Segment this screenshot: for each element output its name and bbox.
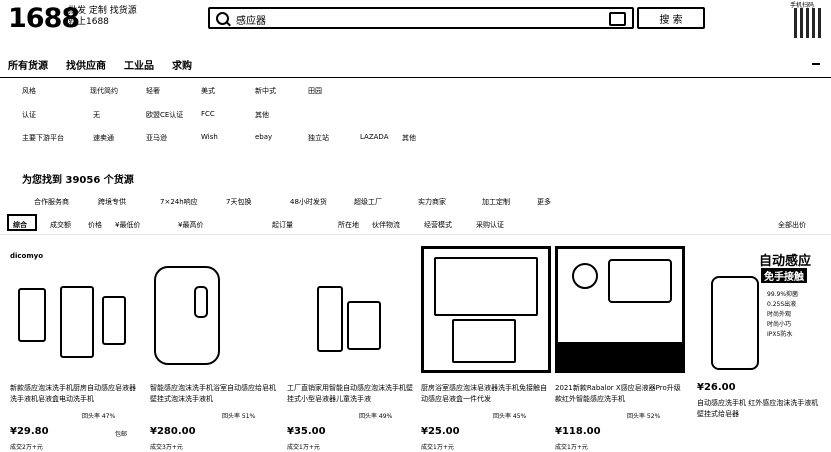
product-meta: 回头率 51% bbox=[222, 413, 256, 420]
search-icon bbox=[216, 12, 229, 25]
site-slogan: 批发 定制 找货源 就上1688 bbox=[68, 6, 137, 27]
search-bar[interactable] bbox=[208, 7, 634, 29]
product-price: ¥25.00 bbox=[421, 426, 460, 437]
filter-option[interactable]: 现代简约 bbox=[90, 86, 118, 96]
filter-option[interactable]: 其他 bbox=[402, 133, 416, 143]
sort-max-price[interactable]: ¥最高价 bbox=[178, 220, 203, 230]
filter-option[interactable]: ebay bbox=[255, 133, 272, 141]
product-title[interactable]: 厨房浴室感应泡沫皂液器洗手机免接触自动感应皂液盒一件代发 bbox=[421, 383, 551, 405]
product-meta: 回头率 45% bbox=[493, 413, 527, 420]
qr-code-icon bbox=[794, 8, 824, 38]
sort-option[interactable]: 综合 bbox=[13, 220, 27, 230]
product-price: ¥35.00 bbox=[287, 426, 326, 437]
sort-option[interactable]: 起订量 bbox=[272, 220, 293, 230]
filter-option[interactable]: 田园 bbox=[308, 86, 322, 96]
product-price: ¥280.00 bbox=[150, 426, 196, 437]
promo-headline: 自动感应 bbox=[759, 254, 812, 269]
service-filter[interactable]: 实力商家 bbox=[418, 197, 446, 207]
filter-option[interactable]: 其他 bbox=[255, 110, 269, 120]
tab-all-goods[interactable]: 所有货源 bbox=[8, 57, 48, 72]
product-meta: 回头率 52% bbox=[627, 413, 661, 420]
product-card[interactable]: 2021新款Rabalor X感应皂液器Pro升级款红外智能感应洗手机 回头率 … bbox=[555, 246, 685, 451]
search-input[interactable] bbox=[234, 10, 598, 28]
product-image[interactable]: 自动感应 免手接触 99.9%抑菌 0.25S出液 时尚外观 时尚小巧 IPX5… bbox=[697, 246, 823, 373]
product-card[interactable]: 自动感应 免手接触 99.9%抑菌 0.25S出液 时尚外观 时尚小巧 IPX5… bbox=[697, 246, 823, 446]
sort-option[interactable]: 伙伴物流 bbox=[372, 220, 400, 230]
sort-option[interactable]: 价格 bbox=[88, 220, 102, 230]
product-sold: 成交2万+元 bbox=[10, 444, 43, 451]
tab-industrial[interactable]: 工业品 bbox=[124, 57, 154, 72]
service-filter[interactable]: 7×24h响应 bbox=[160, 197, 198, 207]
product-meta: 回头率 49% bbox=[359, 413, 393, 420]
tab-suppliers[interactable]: 找供应商 bbox=[66, 57, 106, 72]
product-card[interactable]: 厨房浴室感应泡沫皂液器洗手机免接触自动感应皂液盒一件代发 回头率 45% ¥25… bbox=[421, 246, 551, 451]
tab-buying[interactable]: 求购 bbox=[172, 57, 192, 72]
filter-label: 认证 bbox=[22, 111, 36, 119]
filter-option[interactable]: 轻奢 bbox=[146, 86, 160, 96]
service-filter[interactable]: 更多 bbox=[537, 197, 551, 207]
product-sold: 成交1万+元 bbox=[555, 444, 588, 451]
sort-option[interactable]: 所在地 bbox=[338, 220, 359, 230]
search-button[interactable]: 搜 索 bbox=[637, 7, 705, 29]
service-filter[interactable]: 48小时发货 bbox=[290, 197, 327, 207]
sort-divider bbox=[0, 234, 831, 235]
filter-option[interactable]: 欧盟CE认证 bbox=[146, 110, 183, 120]
product-meta: 回头率 47% bbox=[82, 413, 116, 420]
product-title[interactable]: 2021新款Rabalor X感应皂液器Pro升级款红外智能感应洗手机 bbox=[555, 383, 685, 405]
product-title[interactable]: 智能感应泡沫洗手机浴室自动感应给皂机 壁挂式泡沫洗手液机 bbox=[150, 383, 280, 405]
nav-divider bbox=[0, 77, 831, 78]
collapse-icon[interactable] bbox=[812, 63, 820, 65]
product-image[interactable] bbox=[555, 246, 685, 373]
product-image[interactable] bbox=[287, 246, 417, 373]
product-title[interactable]: 新款感应泡沫洗手机厨房自动感应皂液器 洗手液机皂液盒电动洗手机 bbox=[10, 383, 140, 405]
sort-option[interactable]: 成交额 bbox=[50, 220, 71, 230]
filter-option[interactable]: 亚马逊 bbox=[146, 133, 167, 143]
camera-icon[interactable] bbox=[609, 12, 626, 26]
product-price: ¥26.00 bbox=[697, 382, 736, 393]
shipping-badge: 包邮 bbox=[115, 431, 128, 438]
filter-option[interactable]: FCC bbox=[201, 110, 215, 118]
sort-option[interactable]: 经营模式 bbox=[424, 220, 452, 230]
promo-badge: 免手接触 bbox=[761, 268, 807, 283]
filter-option[interactable]: 独立站 bbox=[308, 133, 329, 143]
product-price: ¥118.00 bbox=[555, 426, 601, 437]
service-filter[interactable]: 超级工厂 bbox=[354, 197, 382, 207]
filter-option[interactable]: LAZADA bbox=[360, 133, 389, 141]
filter-option[interactable]: 美式 bbox=[201, 86, 215, 96]
service-filter[interactable]: 7天包换 bbox=[226, 197, 251, 207]
product-sold: 成交1万+元 bbox=[287, 444, 320, 451]
result-summary: 为您找到 39056 个货源 bbox=[22, 175, 134, 186]
sort-option[interactable]: 采购认证 bbox=[476, 220, 504, 230]
main-nav: 所有货源 找供应商 工业品 求购 bbox=[8, 57, 192, 72]
product-sold: 成交1万+元 bbox=[421, 444, 454, 451]
product-image[interactable] bbox=[150, 246, 280, 373]
product-sold: 成交3万+元 bbox=[150, 444, 183, 451]
service-filter[interactable]: 合作服务商 bbox=[34, 197, 69, 207]
service-filter[interactable]: 加工定制 bbox=[482, 197, 510, 207]
sort-min-price[interactable]: ¥最低价 bbox=[115, 220, 140, 230]
product-title[interactable]: 自动感应洗手机 红外感应泡沫洗手液机 壁挂式给皂器 bbox=[697, 398, 827, 420]
product-card[interactable]: 工厂直销家用智能自动感应泡沫洗手机壁挂式小型皂液器儿童洗手液 回头率 49% ¥… bbox=[287, 246, 417, 451]
product-image[interactable] bbox=[421, 246, 551, 373]
product-image[interactable] bbox=[10, 246, 140, 373]
filter-option[interactable]: 速卖通 bbox=[93, 133, 114, 143]
filter-option[interactable]: 新中式 bbox=[255, 86, 276, 96]
promo-bullets: 99.9%抑菌 0.25S出液 时尚外观 时尚小巧 IPX5防水 bbox=[767, 291, 799, 338]
sort-option[interactable]: 全部出价 bbox=[778, 220, 806, 230]
product-card[interactable]: 新款感应泡沫洗手机厨房自动感应皂液器 洗手液机皂液盒电动洗手机 回头率 47% … bbox=[10, 246, 140, 451]
product-price: ¥29.80 bbox=[10, 426, 49, 437]
filter-label: 主要下游平台 bbox=[22, 134, 64, 142]
filter-option[interactable]: Wish bbox=[201, 133, 218, 141]
product-title[interactable]: 工厂直销家用智能自动感应泡沫洗手机壁挂式小型皂液器儿童洗手液 bbox=[287, 383, 417, 405]
product-card[interactable]: 智能感应泡沫洗手机浴室自动感应给皂机 壁挂式泡沫洗手液机 回头率 51% ¥28… bbox=[150, 246, 280, 451]
filter-label: 风格 bbox=[22, 87, 36, 95]
filter-option[interactable]: 无 bbox=[93, 110, 100, 120]
service-filter[interactable]: 跨境专供 bbox=[98, 197, 126, 207]
